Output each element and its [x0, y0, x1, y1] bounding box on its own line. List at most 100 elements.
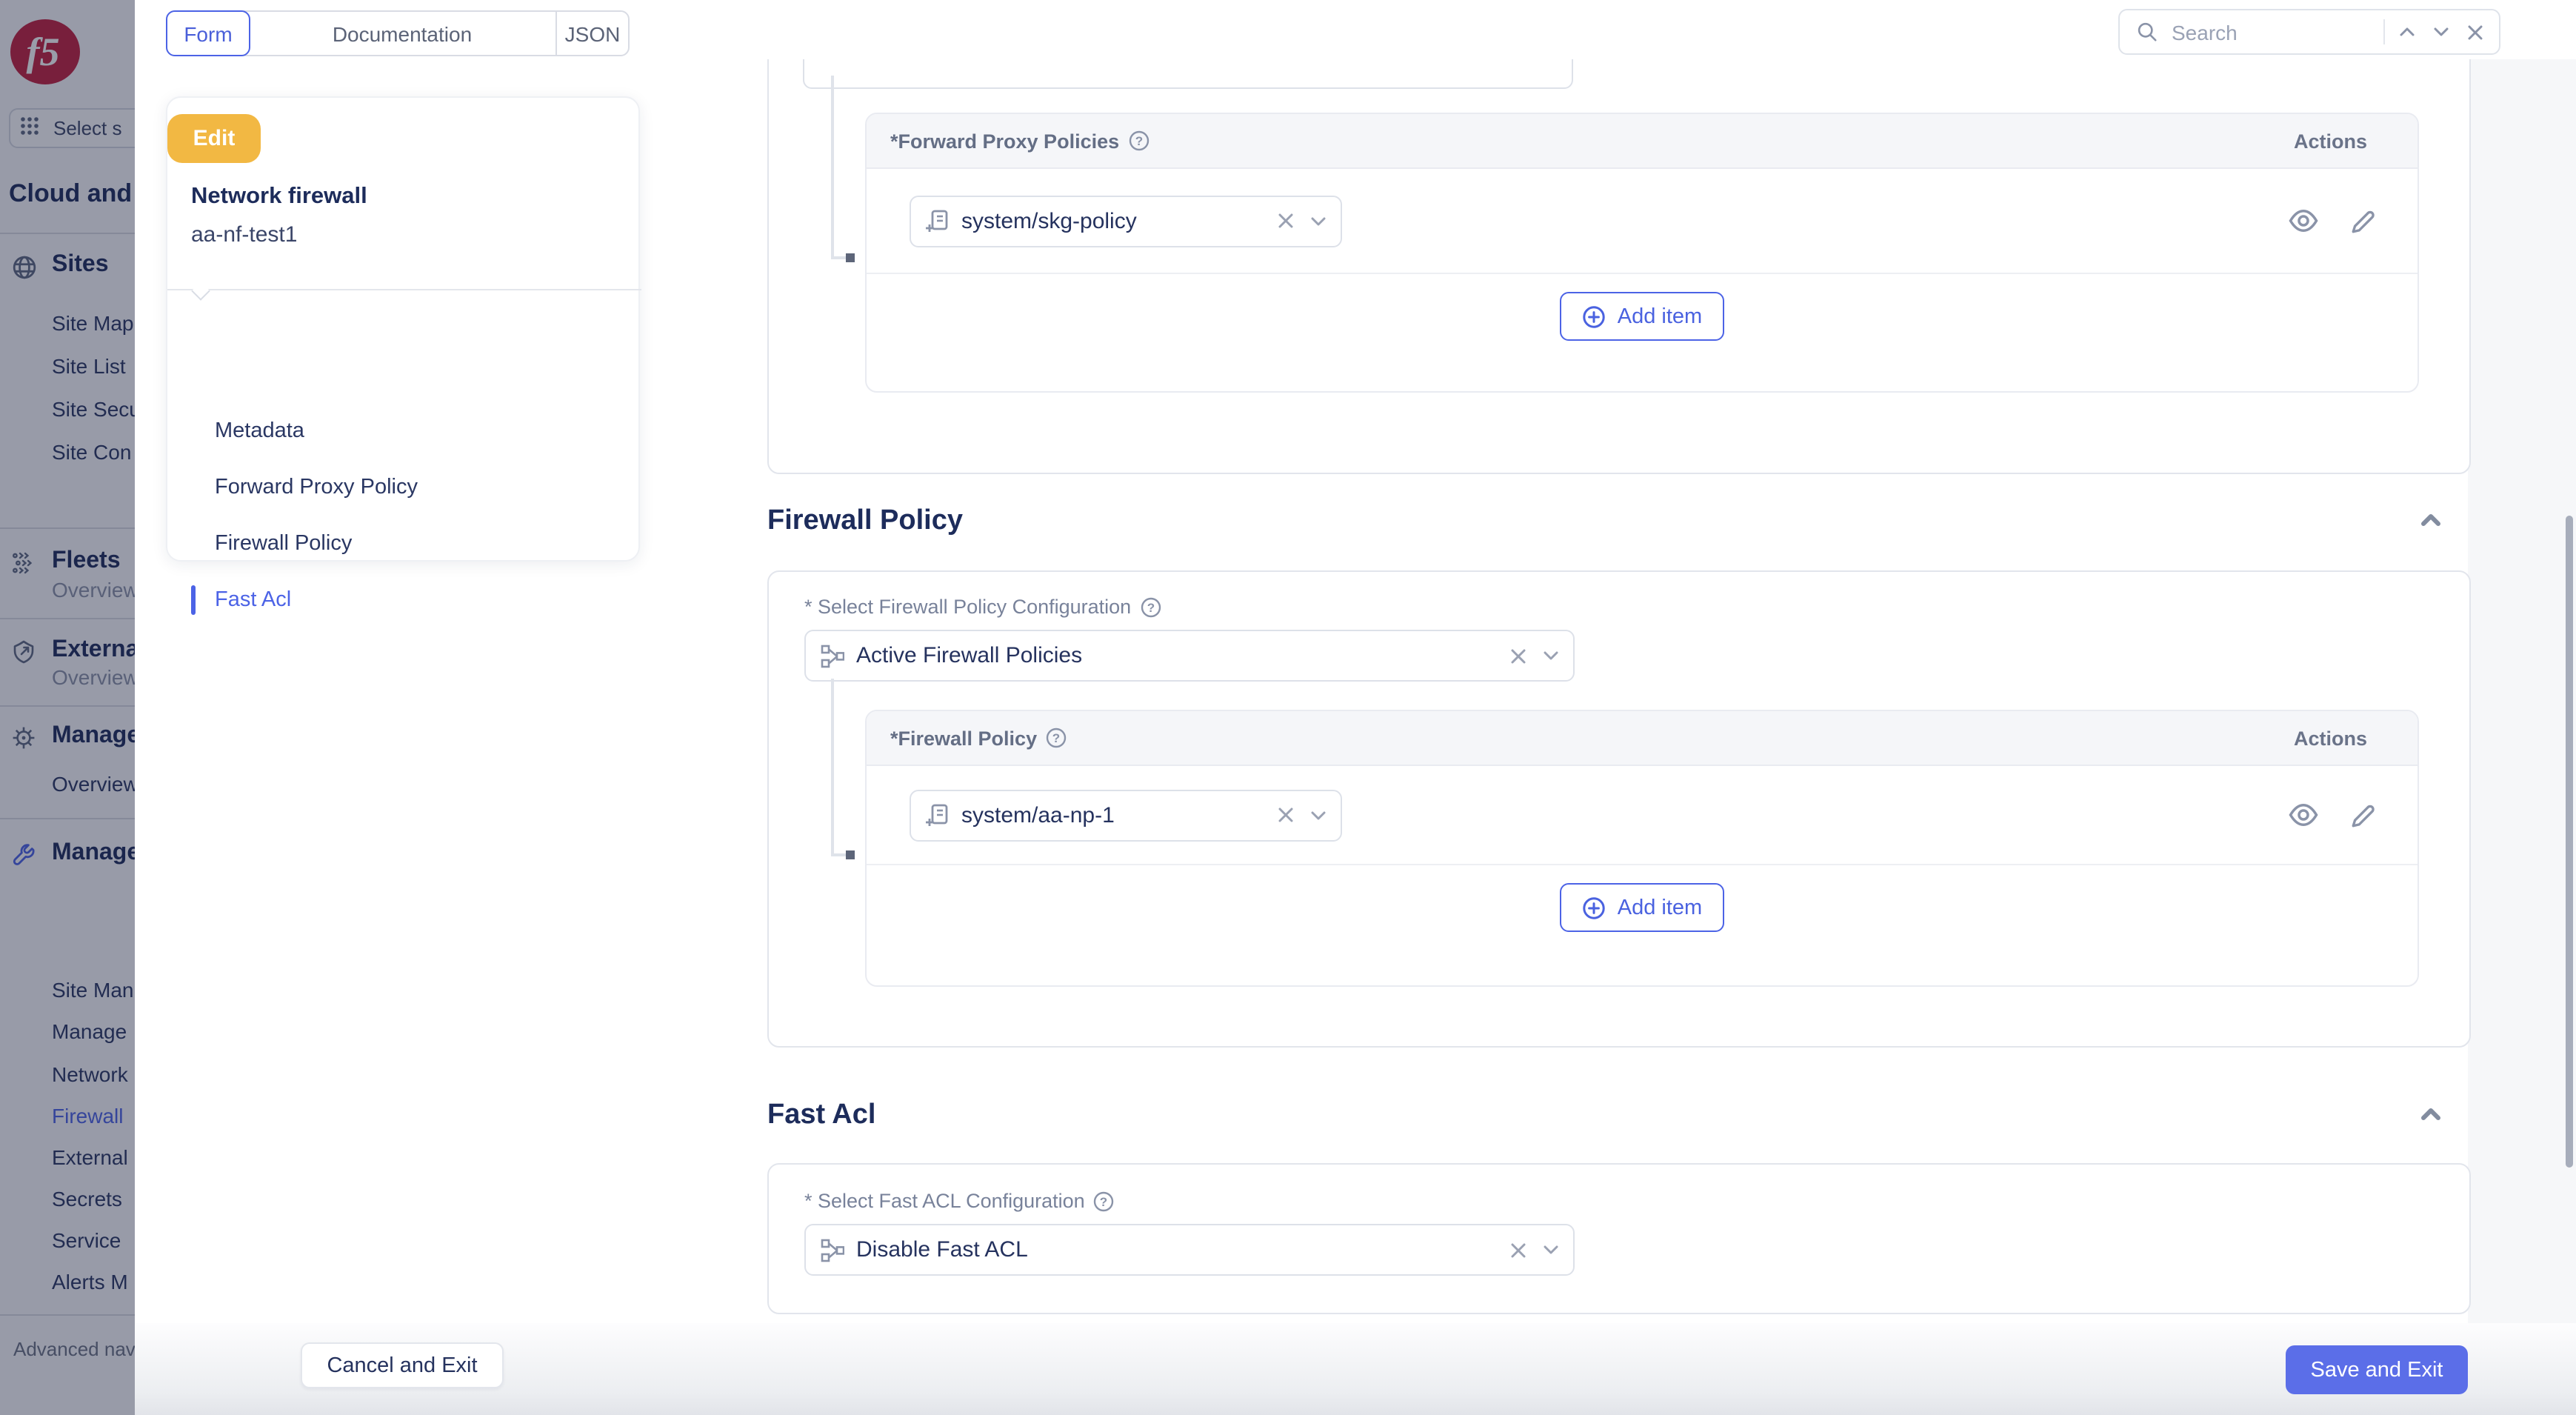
step-metadata[interactable]: Metadata [215, 419, 304, 443]
sidebar-item-manage[interactable]: Manage [52, 1019, 127, 1043]
clear-icon[interactable] [1511, 648, 1526, 663]
sidebar-item-site-security[interactable]: Site Secu [52, 397, 135, 421]
sidebar-item-networking[interactable]: Network [52, 1062, 128, 1086]
firewall-policy-panel-title: *Firewall Policy [890, 727, 1037, 749]
edit-mode-badge: Edit [167, 114, 261, 163]
sidebar-group-managed[interactable]: Manage [52, 723, 135, 750]
divider [0, 233, 135, 234]
object-type-title: Network firewall [191, 184, 367, 210]
step-fast-acl-active[interactable]: Fast Acl [215, 588, 291, 612]
plus-circle-icon [1582, 896, 1606, 919]
view-tabs: Documentation JSON Form [166, 10, 630, 56]
sidebar-item-site-map[interactable]: Site Map [52, 311, 134, 335]
service-switcher-button[interactable]: Select s [9, 108, 135, 148]
panel-header: *Forward Proxy Policies Actions [867, 114, 2417, 169]
tab-form-active[interactable]: Form [166, 10, 250, 56]
search-next-icon[interactable] [2429, 20, 2453, 44]
sidebar-item-service[interactable]: Service [52, 1228, 121, 1252]
sidebar-item-fleets-overview[interactable]: Overview [52, 578, 135, 602]
divider [0, 1314, 135, 1316]
f5-logo[interactable]: f5 [10, 19, 80, 84]
add-item-label: Add item [1618, 896, 1702, 919]
firewall-config-select[interactable]: Active Firewall Policies [804, 630, 1575, 682]
sidebar-group-external[interactable]: Externa [52, 637, 135, 664]
collapse-section-icon[interactable] [2420, 513, 2441, 526]
sidebar-item-site-management[interactable]: Site Man [52, 978, 134, 1002]
sidebar-item-managed-overview[interactable]: Overview [52, 772, 135, 796]
sidebar-item-site-connectivity[interactable]: Site Con [52, 440, 131, 464]
globe-icon [12, 255, 37, 280]
chevron-down-icon[interactable] [1544, 650, 1558, 661]
step-firewall-policy[interactable]: Firewall Policy [215, 532, 352, 556]
sidebar-item-external[interactable]: External [52, 1145, 128, 1169]
search-close-icon[interactable] [2463, 20, 2487, 44]
screen: f5 Select s Cloud and Sites Site Map Sit… [0, 0, 2576, 1415]
fast-acl-config-label: * Select Fast ACL Configuration [804, 1190, 1085, 1212]
chevron-down-icon[interactable] [1311, 216, 1326, 226]
search-icon [2135, 20, 2158, 44]
fast-acl-config-select[interactable]: Disable Fast ACL [804, 1224, 1575, 1276]
firewall-config-value: Active Firewall Policies [856, 643, 1499, 668]
fast-acl-config-label-row: * Select Fast ACL Configuration [804, 1190, 1115, 1212]
help-icon[interactable] [1140, 596, 1161, 617]
helm-icon [12, 726, 37, 751]
add-item-button[interactable]: Add item [1560, 883, 1724, 932]
policy-item-row: system/skg-policy [867, 169, 2417, 274]
clear-icon[interactable] [1278, 213, 1293, 228]
choice-icon [821, 644, 844, 667]
sidebar-item-site-list[interactable]: Site List [52, 354, 126, 378]
wrench-icon [12, 843, 37, 868]
firewall-policy-panel: *Firewall Policy Actions system/aa-np-1 [865, 710, 2419, 987]
clear-icon[interactable] [1278, 808, 1293, 822]
firewall-policy-heading: Firewall Policy [767, 505, 963, 538]
sidebar-group-sites[interactable]: Sites [52, 252, 109, 279]
search-input[interactable] [2169, 19, 2373, 45]
sidebar-item-alerts[interactable]: Alerts M [52, 1270, 128, 1294]
view-icon[interactable] [2287, 204, 2320, 237]
collapse-section-icon[interactable] [2420, 1107, 2441, 1120]
forward-proxy-policy-select[interactable]: system/skg-policy [910, 195, 1342, 247]
workspace-title: Cloud and [9, 179, 132, 209]
search-bar [2118, 9, 2500, 55]
policy-doc-icon [926, 209, 950, 233]
edit-stepper-card: Edit Network firewall aa-nf-test1 Metada… [166, 96, 640, 562]
clear-icon[interactable] [1511, 1242, 1526, 1257]
cancel-and-exit-button[interactable]: Cancel and Exit [301, 1342, 504, 1388]
sidebar: f5 Select s Cloud and Sites Site Map Sit… [0, 0, 135, 1415]
step-forward-proxy-policy[interactable]: Forward Proxy Policy [215, 476, 418, 499]
content-gutter [2468, 59, 2576, 1323]
tab-documentation[interactable]: Documentation [249, 12, 557, 55]
firewall-config-label-row: * Select Firewall Policy Configuration [804, 596, 1161, 618]
help-icon[interactable] [1046, 728, 1067, 748]
sidebar-item-firewall-active[interactable]: Firewall [52, 1104, 123, 1128]
f5-logo-text: f5 [27, 29, 60, 75]
edit-icon[interactable] [2346, 799, 2379, 831]
plus-circle-icon [1582, 304, 1606, 328]
divider-notch [191, 282, 210, 300]
tab-json[interactable]: JSON [557, 12, 628, 55]
sidebar-group-manage[interactable]: Manage [52, 840, 135, 867]
sidebar-item-external-overview[interactable]: Overview [52, 665, 135, 689]
edit-icon[interactable] [2346, 204, 2379, 237]
topbar: Documentation JSON Form [135, 0, 2576, 59]
fast-acl-config-value: Disable Fast ACL [856, 1237, 1499, 1262]
sidebar-item-secrets[interactable]: Secrets [52, 1187, 122, 1211]
actions-column-header: Actions [2294, 727, 2388, 749]
chevron-down-icon[interactable] [1544, 1245, 1558, 1255]
advanced-nav-toggle[interactable]: Advanced nav [13, 1338, 135, 1360]
save-and-exit-button[interactable]: Save and Exit [2286, 1345, 2468, 1394]
scrollbar-thumb[interactable] [2566, 516, 2573, 1168]
help-icon[interactable] [1128, 130, 1149, 151]
firewall-policy-select[interactable]: system/aa-np-1 [910, 789, 1342, 841]
forward-proxy-policy-value: system/skg-policy [961, 208, 1267, 233]
grid-icon [19, 116, 44, 141]
add-item-button[interactable]: Add item [1560, 292, 1724, 341]
help-icon[interactable] [1094, 1191, 1115, 1211]
search-prev-icon[interactable] [2395, 20, 2419, 44]
choice-icon [821, 1238, 844, 1262]
view-icon[interactable] [2287, 799, 2320, 831]
object-name: aa-nf-test1 [191, 222, 297, 247]
fleets-icon [12, 551, 37, 576]
chevron-down-icon[interactable] [1311, 810, 1326, 820]
sidebar-group-fleets[interactable]: Fleets [52, 548, 121, 575]
